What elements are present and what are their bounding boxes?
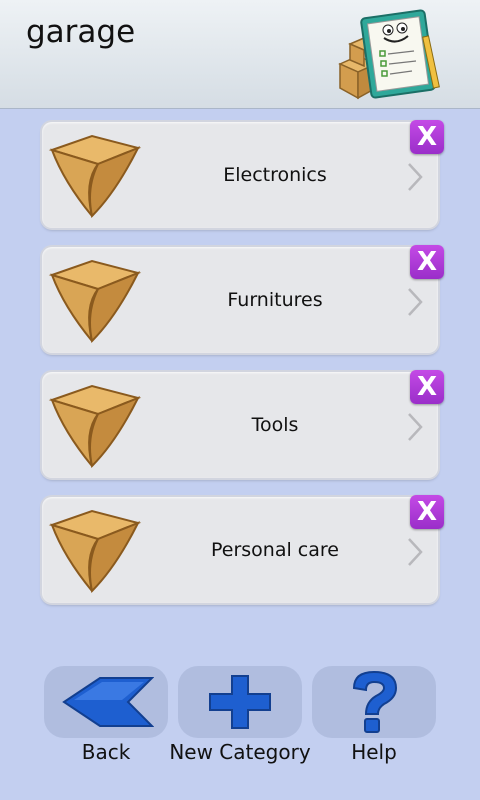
delete-category-button[interactable]: X [410,120,444,154]
category-label: Electronics [223,164,327,186]
new-category-button[interactable] [178,666,302,738]
back-arrow-icon [62,677,154,727]
page-title: garage [26,14,136,50]
category-label: Personal care [211,539,339,561]
new-category-label: New Category [169,740,311,764]
cardboard-box-icon [48,384,142,469]
plus-icon [209,675,271,729]
cardboard-box-icon [48,509,142,594]
header-bar: garage [0,0,480,109]
back-button[interactable] [44,666,168,738]
help-label: Help [351,740,397,764]
cardboard-box-icon [48,134,142,219]
chevron-right-icon [408,163,423,191]
help-question-icon [352,670,398,733]
help-button[interactable] [312,666,436,738]
chevron-right-icon [408,288,423,316]
chevron-right-icon [408,413,423,441]
category-item-electronics[interactable]: Electronics [42,122,438,228]
back-label: Back [81,740,131,764]
delete-category-button[interactable]: X [410,245,444,279]
category-item-furnitures[interactable]: Furnitures [42,247,438,353]
category-label: Tools [251,414,299,436]
category-label: Furnitures [227,289,323,311]
cardboard-box-icon [48,259,142,344]
clipboard-mascot-icon [338,9,440,100]
delete-category-button[interactable]: X [410,495,444,529]
category-item-personal-care[interactable]: Personal care [42,497,438,603]
category-item-tools[interactable]: Tools [42,372,438,478]
chevron-right-icon [408,538,423,566]
delete-category-button[interactable]: X [410,370,444,404]
